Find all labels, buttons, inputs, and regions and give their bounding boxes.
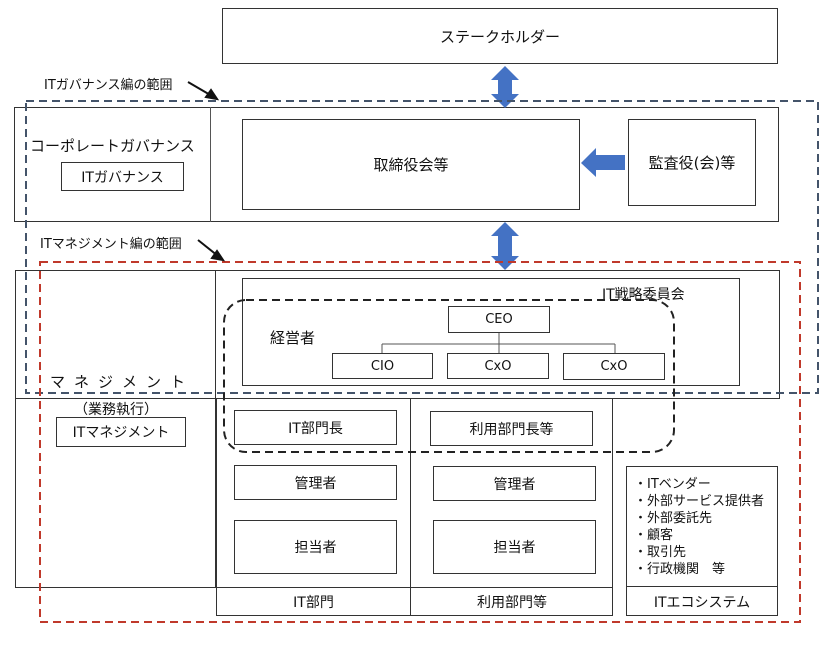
it-dept-head-box: IT部門長 <box>234 410 397 445</box>
user-department-footer: 利用部門等 <box>411 588 613 615</box>
it-manager-label: 管理者 <box>294 475 337 492</box>
stakeholder-box: ステークホルダー <box>222 8 778 64</box>
ecosystem-item: ・取引先 <box>634 545 687 560</box>
user-dept-head-label: 利用部門長等 <box>469 421 554 438</box>
management-pointer <box>197 239 219 257</box>
it-staff-box: 担当者 <box>234 520 397 574</box>
ecosystem-item: ・行政機関 等 <box>634 562 726 577</box>
it-ecosystem-footer: ITエコシステム <box>626 587 778 616</box>
it-department-footer: IT部門 <box>216 588 411 615</box>
double-arrow-icon <box>491 222 519 270</box>
pointer-arrowhead-icon <box>204 88 220 101</box>
double-arrow-icon <box>491 66 519 108</box>
ecosystem-item: ・ITベンダー <box>634 477 711 492</box>
it-ecosystem-footer-label: ITエコシステム <box>653 594 751 611</box>
governance-scope-label: ITガバナンス編の範囲 <box>44 78 173 93</box>
cxo-label: CxO <box>600 359 628 374</box>
user-staff-box: 担当者 <box>433 520 596 574</box>
ceo-label: CEO <box>485 312 513 327</box>
stakeholder-label: ステークホルダー <box>439 27 560 46</box>
it-management-label: ITマネジメント <box>72 425 170 441</box>
corporate-governance-divider <box>210 107 211 222</box>
cio-label: CIO <box>370 358 395 374</box>
ecosystem-item: ・外部委託先 <box>634 511 713 526</box>
it-governance-badge: ITガバナンス <box>61 162 184 191</box>
it-governance-label: ITガバナンス <box>81 169 164 186</box>
board-label: 取締役会等 <box>373 156 449 174</box>
user-department-footer-label: 利用部門等 <box>477 594 547 611</box>
management-subtitle: （業務執行） <box>74 402 158 418</box>
auditor-label: 監査役(会)等 <box>648 154 736 172</box>
cio-box: CIO <box>332 353 433 379</box>
user-manager-box: 管理者 <box>433 466 596 501</box>
it-management-badge: ITマネジメント <box>56 417 186 447</box>
cxo-box: CxO <box>447 353 549 379</box>
user-dept-head-box: 利用部門長等 <box>430 411 593 446</box>
it-department-footer-label: IT部門 <box>293 594 334 611</box>
board-box: 取締役会等 <box>242 119 580 210</box>
governance-pointer <box>187 81 213 97</box>
it-staff-label: 担当者 <box>294 540 337 556</box>
corporate-governance-title: コーポレートガバナンス <box>30 137 195 155</box>
executives-label: 経営者 <box>270 329 316 347</box>
management-title: マネジメント <box>50 373 195 391</box>
it-ecosystem-list: ・ITベンダー ・外部サービス提供者 ・外部委託先 ・顧客 ・取引先 ・行政機関… <box>634 476 764 578</box>
it-dept-head-label: IT部門長 <box>288 420 343 437</box>
user-manager-label: 管理者 <box>493 476 536 493</box>
ecosystem-item: ・外部サービス提供者 <box>634 494 765 509</box>
pointer-arrowhead-icon <box>210 249 226 262</box>
ecosystem-item: ・顧客 <box>634 528 674 543</box>
it-strategy-committee-label: IT戦略委員会 <box>602 287 685 303</box>
ceo-box: CEO <box>448 306 550 333</box>
user-staff-label: 担当者 <box>493 540 536 556</box>
cxo-box: CxO <box>563 353 665 380</box>
it-manager-box: 管理者 <box>234 465 397 500</box>
cxo-label: CxO <box>484 358 512 374</box>
management-scope-label: ITマネジメント編の範囲 <box>40 237 182 252</box>
auditor-box: 監査役(会)等 <box>628 119 756 206</box>
